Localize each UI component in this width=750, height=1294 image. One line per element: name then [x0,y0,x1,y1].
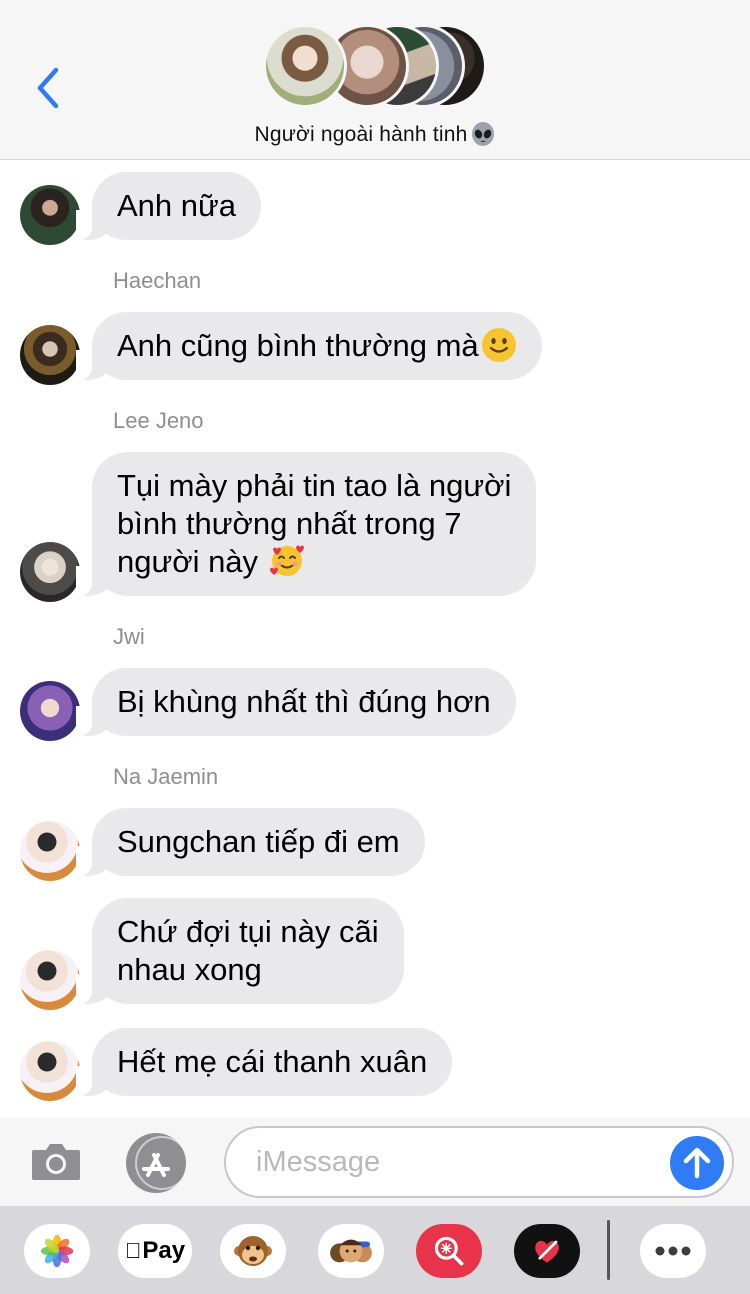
message-line: Chứ đợi tụi này cãi [117,914,379,949]
photos-app-button[interactable] [24,1224,90,1278]
digital-touch-heart-icon [535,1240,559,1263]
memoji-button[interactable] [318,1224,384,1278]
camera-button[interactable] [30,1136,82,1188]
more-apps-icon [655,1246,691,1256]
sender-avatar[interactable] [20,325,80,385]
sender-name: Lee Jeno [113,408,204,433]
alien-emoji-icon [471,122,494,146]
message-bubble[interactable]: Anh nữa [75,172,262,240]
image-search-icon [434,1236,464,1266]
sender-avatar[interactable] [20,1041,80,1101]
slightly-smiling-face-icon [481,328,516,362]
apple-pay-label: Pay [134,1237,185,1264]
message-bubble[interactable]: Chứ đợi tụi này cãi nhau xong [76,898,404,1004]
message-text: Anh nữa [117,188,237,223]
animoji-monkey-icon [234,1236,272,1266]
message-line: Tụi mày phải tin tao là người [117,468,512,503]
sender-name: Haechan [113,268,202,293]
memoji-icon [330,1239,372,1263]
arrow-up-icon [683,1147,711,1179]
message-text: Bị khùng nhất thì đúng hơn [117,684,491,719]
app-drawer: Pay [0,1206,750,1294]
sender-avatar[interactable] [20,821,80,881]
group-member-avatar [263,24,347,108]
sender-name: Na Jaemin [113,764,219,789]
group-avatar-stack[interactable] [263,24,493,108]
sender-avatar[interactable] [20,681,80,741]
image-search-button[interactable] [416,1224,482,1278]
sender-avatar[interactable] [20,185,80,245]
sender-avatar[interactable] [20,542,80,602]
more-apps-button[interactable] [640,1224,706,1278]
sender-name: Jwi [113,624,145,649]
message-bubble[interactable]: Hết mẹ cái thanh xuân [75,1028,453,1096]
send-button[interactable] [670,1136,724,1190]
photos-app-icon [40,1234,74,1268]
message-thread[interactable]: Anh nữa Haechan Anh cũng bình thường mà … [0,160,750,1118]
drawer-divider [607,1220,610,1280]
message-text: Sungchan tiếp đi em [117,824,400,859]
message-line: bình thường nhất trong 7 [117,506,462,541]
message-input[interactable] [256,1142,656,1182]
sender-avatar[interactable] [20,950,80,1010]
camera-icon [32,1144,80,1180]
smiling-face-with-hearts-icon [269,545,304,576]
message-line: người này [117,544,259,579]
apple-pay-button[interactable]: Pay [118,1224,192,1278]
app-store-button[interactable] [126,1131,190,1195]
group-title[interactable]: Người ngoài hành tinh [0,121,750,147]
digital-touch-button[interactable] [514,1224,580,1278]
apple-logo-icon:  [125,1238,142,1264]
message-bubble[interactable]: Anh cũng bình thường mà [76,312,542,380]
message-bubble[interactable]: Sungchan tiếp đi em [76,808,425,876]
message-line: nhau xong [117,952,262,987]
animoji-button[interactable] [220,1224,286,1278]
app-store-icon [126,1133,189,1193]
message-field[interactable] [224,1126,734,1198]
back-button[interactable] [28,64,68,112]
composer-bar [0,1118,750,1206]
chevron-left-icon [37,67,59,109]
message-text: Hết mẹ cái thanh xuân [117,1044,428,1079]
message-bubble[interactable]: Bị khùng nhất thì đúng hơn [76,668,516,736]
message-bubble[interactable]: Tụi mày phải tin tao là người bình thườn… [75,452,537,596]
message-text: Anh cũng bình thường mà [117,328,479,363]
conversation-header: Người ngoài hành tinh [0,0,750,160]
group-title-text: Người ngoài hành tinh [254,123,468,146]
